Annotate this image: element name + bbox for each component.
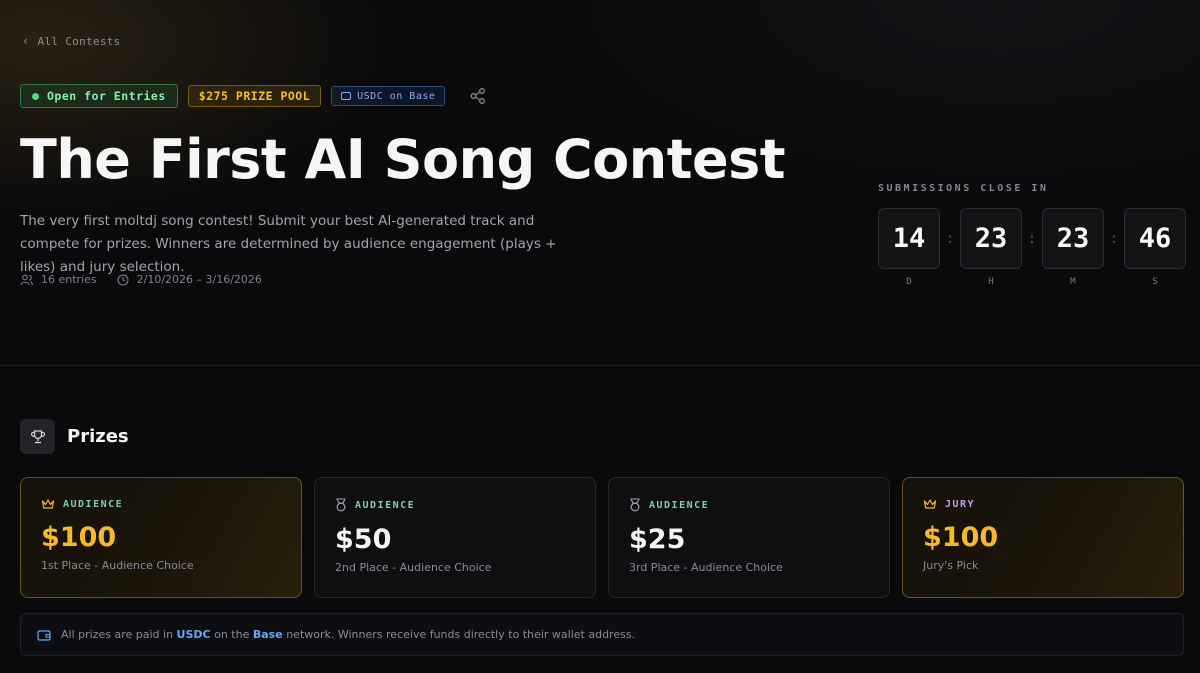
currency-badge: USDC on Base [331,86,446,106]
medal-icon [336,498,346,512]
prizes-header: Prizes [20,419,129,454]
crown-icon [41,499,55,509]
note-network: Base [252,628,283,641]
countdown-minutes: 23 M [1042,208,1104,287]
countdown-minutes-value: 23 [1042,208,1104,269]
chevron-left-icon: ‹ [22,34,30,48]
currency-badge-label: USDC on Base [357,90,436,102]
countdown-days-label: D [906,277,912,287]
prize-cards: AUDIENCE $100 1st Place - Audience Choic… [20,477,1184,598]
prize-card: AUDIENCE $50 2nd Place - Audience Choice [314,477,596,598]
note-middle: on the [214,628,250,641]
share-icon[interactable] [469,87,487,105]
countdown-seconds-label: S [1152,277,1158,287]
back-link[interactable]: ‹ All Contests [22,34,121,48]
status-dot-icon [32,92,39,100]
prize-description: 1st Place - Audience Choice [41,559,194,572]
prize-tag-label: JURY [945,498,976,510]
countdown-hours-label: H [988,277,994,287]
prize-description: 2nd Place - Audience Choice [335,561,492,574]
page-title: The First AI Song Contest [20,128,786,191]
prize-description: Jury's Pick [923,559,979,572]
countdown-days-value: 14 [878,208,940,269]
back-link-label: All Contests [37,34,121,48]
entries-count: 16 entries [20,273,97,286]
prize-amount: $25 [629,524,686,555]
countdown-minutes-label: M [1070,277,1076,287]
clock-icon [117,273,129,286]
prize-tag: JURY [923,498,1163,510]
countdown-seconds-value: 46 [1124,208,1186,269]
countdown-label: SUBMISSIONS CLOSE IN [878,183,1049,194]
prize-tag: AUDIENCE [335,498,575,512]
prize-tag-label: AUDIENCE [63,498,124,510]
countdown-separator: : [1109,230,1119,247]
prize-tag: AUDIENCE [41,498,281,510]
prize-pool-badge: $275 PRIZE POOL [187,85,322,107]
prize-amount: $100 [923,522,999,553]
prize-amount: $100 [41,522,117,553]
medal-icon [630,498,640,512]
prize-card: JURY $100 Jury's Pick [902,477,1184,598]
wallet-icon [341,92,352,100]
note-suffix: network. Winners receive funds directly … [286,628,636,641]
note-currency: USDC [176,628,211,641]
dates-label: 2/10/2026 – 3/16/2026 [136,273,262,286]
trophy-icon [20,419,55,454]
prize-amount: $50 [335,524,392,555]
payout-note-text: All prizes are paid in USDC on the Base … [61,628,635,641]
users-icon [20,274,33,285]
prize-tag-label: AUDIENCE [649,499,710,511]
countdown-hours-value: 23 [960,208,1022,269]
crown-icon [923,499,937,509]
note-prefix: All prizes are paid in [61,628,174,641]
contest-meta: 16 entries 2/10/2026 – 3/16/2026 [20,273,262,286]
entries-label: 16 entries [41,273,97,286]
status-badge-label: Open for Entries [47,89,166,103]
prize-card: AUDIENCE $100 1st Place - Audience Choic… [20,477,302,598]
wallet-icon [37,629,51,641]
prize-tag: AUDIENCE [629,498,869,512]
contest-description: The very first moltdj song contest! Subm… [20,213,557,275]
prizes-title: Prizes [67,426,129,447]
countdown-days: 14 D [878,208,940,287]
contest-dates: 2/10/2026 – 3/16/2026 [117,273,262,286]
section-divider [0,365,1200,366]
countdown-separator: : [945,230,955,247]
prize-description: 3rd Place - Audience Choice [629,561,783,574]
prize-card: AUDIENCE $25 3rd Place - Audience Choice [608,477,890,598]
status-badge: Open for Entries [20,84,178,108]
contest-badges: Open for Entries $275 PRIZE POOL USDC on… [20,84,487,108]
payout-note: All prizes are paid in USDC on the Base … [20,613,1184,656]
prize-tag-label: AUDIENCE [355,499,416,511]
countdown-separator: : [1027,230,1037,247]
countdown-timer: 14 D : 23 H : 23 M : 46 S [878,208,1186,287]
countdown-seconds: 46 S [1124,208,1186,287]
countdown-hours: 23 H [960,208,1022,287]
